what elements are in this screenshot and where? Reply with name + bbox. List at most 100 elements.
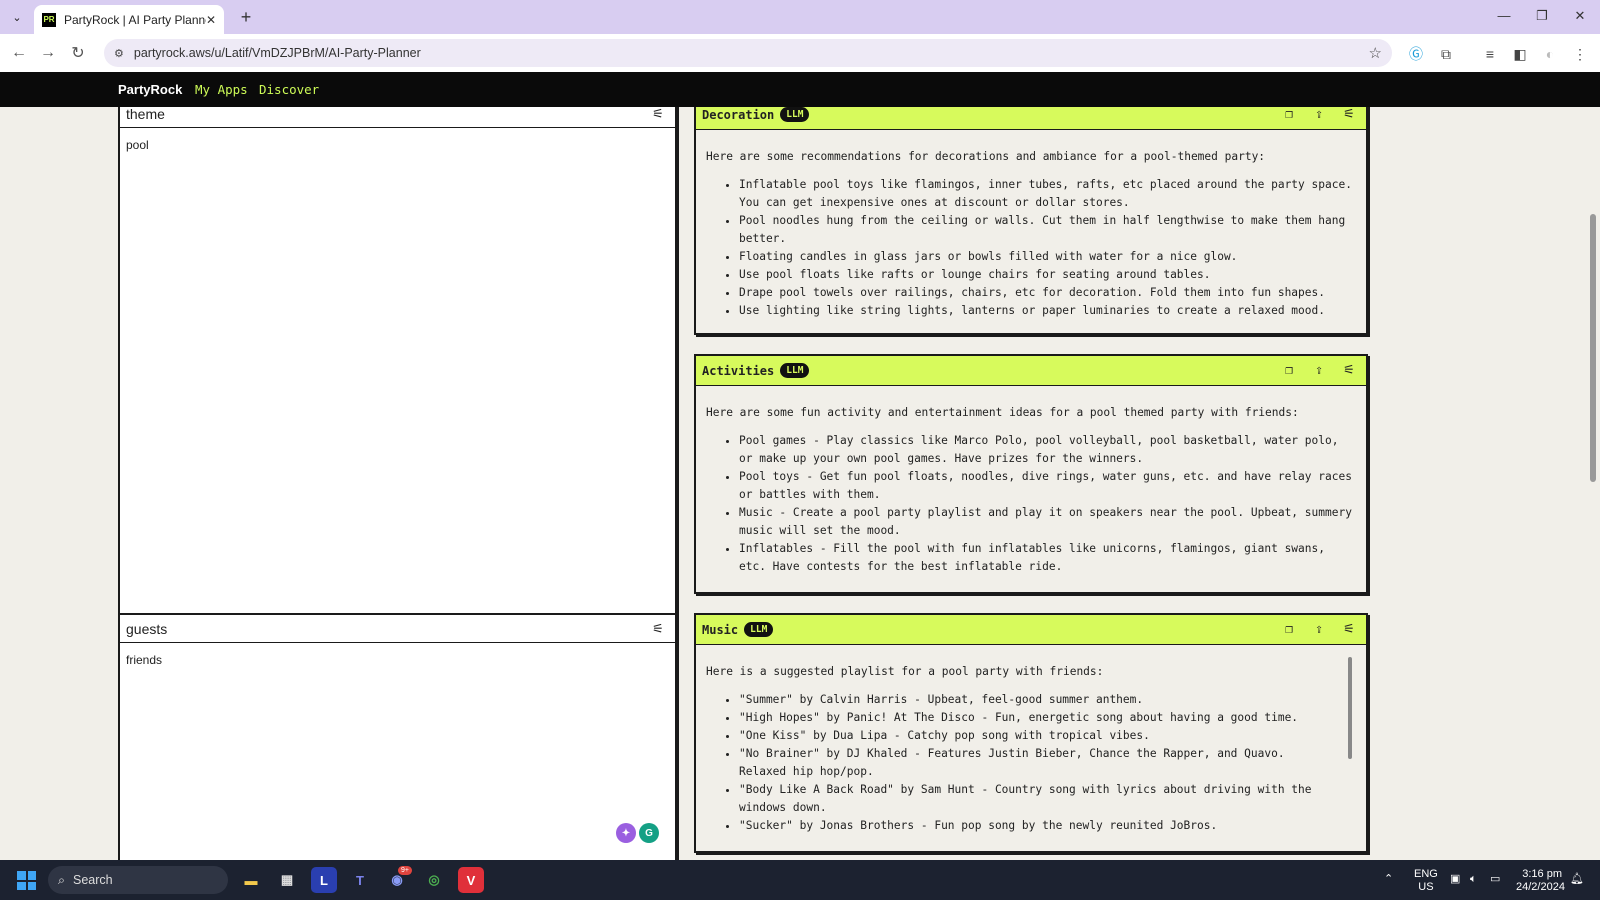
- taskbar-search[interactable]: ⌕ Search: [48, 866, 228, 894]
- windows-taskbar: ⌕ Search ▬ ▦ L T ◉ 9+ ◎ V ⌃ ENG US ▣ 🔈︎ …: [0, 860, 1600, 900]
- output-list: Inflatable pool toys like flamingos, inn…: [739, 176, 1356, 320]
- widget-title: Decoration: [702, 107, 775, 122]
- volume-icon[interactable]: 🔈︎: [1470, 873, 1477, 886]
- llm-badge: LLM: [744, 622, 774, 637]
- search-icon: ⌕: [58, 872, 66, 887]
- side-panel-icon[interactable]: ◧: [1510, 44, 1530, 64]
- output-list: "Summer" by Calvin Harris - Upbeat, feel…: [739, 691, 1336, 835]
- settings-sliders-icon[interactable]: ⚟: [1338, 363, 1360, 378]
- output-list: Pool games - Play classics like Marco Po…: [739, 432, 1356, 576]
- restore-icon[interactable]: ❐: [1532, 8, 1552, 24]
- list-item: "Summer" by Calvin Harris - Upbeat, feel…: [739, 691, 1336, 709]
- widget-header: Music LLM ❐ ⇪ ⚟: [696, 615, 1366, 645]
- copy-icon[interactable]: ❐: [1278, 107, 1300, 122]
- tab-search-chevron-icon[interactable]: ⌄: [6, 7, 28, 27]
- windows-start-icon[interactable]: [17, 871, 36, 890]
- list-item: Inflatable pool toys like flamingos, inn…: [739, 176, 1356, 212]
- media-controls-icon[interactable]: ≡: [1480, 44, 1500, 64]
- panel-title: theme: [126, 107, 165, 122]
- guests-input-field[interactable]: friends: [120, 643, 675, 677]
- settings-sliders-icon[interactable]: ⚟: [1338, 107, 1360, 122]
- export-icon[interactable]: ⇪: [1308, 107, 1330, 122]
- widget-output: Here are some fun activity and entertain…: [696, 386, 1366, 576]
- widget-header: Decoration LLM ❐ ⇪ ⚟: [696, 107, 1366, 130]
- output-intro: Here are some fun activity and entertain…: [706, 406, 1299, 419]
- settings-sliders-icon[interactable]: ⚟: [647, 107, 669, 122]
- new-tab-plus-icon[interactable]: +: [235, 6, 257, 28]
- file-explorer-icon[interactable]: ▬: [238, 867, 264, 893]
- grammarly-icon[interactable]: G: [639, 823, 659, 843]
- forward-arrow-icon[interactable]: →: [37, 42, 59, 64]
- app-canvas: theme ⚟ pool guests ⚟ friends ✦ G Decora…: [0, 107, 1600, 860]
- tray-chevron-icon[interactable]: ⌃: [1384, 873, 1393, 886]
- list-item: "High Hopes" by Panic! At The Disco - Fu…: [739, 709, 1336, 727]
- widget-output: Here is a suggested playlist for a pool …: [696, 645, 1366, 835]
- output-intro: Here are some recommendations for decora…: [706, 150, 1266, 163]
- partyrock-logo[interactable]: PartyRock: [118, 82, 182, 97]
- theme-input-panel: theme ⚟ pool: [118, 107, 677, 701]
- export-icon[interactable]: ⇪: [1308, 622, 1330, 637]
- bookmark-star-icon[interactable]: ☆: [1369, 44, 1382, 62]
- list-item: Pool games - Play classics like Marco Po…: [739, 432, 1356, 468]
- settings-sliders-icon[interactable]: ⚟: [1338, 622, 1360, 637]
- list-item: Use lighting like string lights, lantern…: [739, 302, 1356, 320]
- partyrock-favicon-icon: PR: [42, 12, 56, 27]
- back-arrow-icon[interactable]: ←: [8, 42, 30, 64]
- discord-notification-badge: 9+: [398, 866, 412, 875]
- minimize-icon[interactable]: —: [1494, 8, 1514, 23]
- llm-badge: LLM: [780, 363, 810, 378]
- copy-icon[interactable]: ❐: [1278, 363, 1300, 378]
- widget-title: Music: [702, 622, 739, 637]
- taskbar-search-label: Search: [73, 873, 113, 887]
- chrome-icon[interactable]: ◎: [421, 867, 447, 893]
- nav-discover[interactable]: Discover: [259, 82, 319, 97]
- llm-badge: LLM: [780, 107, 810, 122]
- profile-icon[interactable]: ◐: [1540, 44, 1560, 64]
- clock-date: 24/2/2024: [1516, 881, 1565, 893]
- browser-toolbar: ← → ↻ ⚙ partyrock.aws/u/Latif/VmDZJPBrM/…: [0, 34, 1600, 72]
- widget-output: Here are some recommendations for decora…: [696, 130, 1366, 320]
- microsoft-store-icon[interactable]: ▦: [274, 867, 300, 893]
- settings-sliders-icon[interactable]: ⚟: [647, 621, 669, 637]
- page-scrollbar[interactable]: [1590, 214, 1596, 482]
- language-indicator[interactable]: ENG US: [1414, 868, 1438, 894]
- list-item: "No Brainer" by DJ Khaled - Features Jus…: [739, 745, 1336, 781]
- copy-icon[interactable]: ❐: [1278, 622, 1300, 637]
- url-text: partyrock.aws/u/Latif/VmDZJPBrM/AI-Party…: [133, 46, 421, 60]
- music-widget: Music LLM ❐ ⇪ ⚟ Here is a suggested play…: [694, 613, 1368, 853]
- tab-title: PartyRock | AI Party Planner: [64, 12, 206, 27]
- address-bar[interactable]: ⚙ partyrock.aws/u/Latif/VmDZJPBrM/AI-Par…: [104, 39, 1392, 67]
- widget-title: Activities: [702, 363, 775, 378]
- site-settings-icon[interactable]: ⚙: [114, 47, 124, 60]
- teams-icon[interactable]: T: [347, 867, 373, 893]
- extensions-puzzle-icon[interactable]: ⧉: [1436, 44, 1456, 64]
- ai-assist-icon[interactable]: ✦: [616, 823, 636, 843]
- browser-tab-bar: ⌄ PR PartyRock | AI Party Planner ✕ + — …: [0, 0, 1600, 34]
- close-window-icon[interactable]: ✕: [1570, 8, 1590, 24]
- clock-time: 3:16 pm: [1522, 868, 1562, 880]
- theme-input-field[interactable]: pool: [120, 128, 675, 162]
- tab-close-icon[interactable]: ✕: [206, 13, 216, 27]
- notification-bell-icon[interactable]: 🔔︎: [1570, 873, 1584, 886]
- grammarly-extension-icon[interactable]: Ⓖ: [1406, 44, 1426, 64]
- decoration-widget: Decoration LLM ❐ ⇪ ⚟ Here are some recom…: [694, 107, 1368, 335]
- v-app-icon[interactable]: V: [458, 867, 484, 893]
- widget-scrollbar[interactable]: [1348, 657, 1352, 759]
- widget-header: Activities LLM ❐ ⇪ ⚟: [696, 356, 1366, 386]
- kebab-menu-icon[interactable]: ⋮: [1570, 44, 1590, 64]
- list-item: Music - Create a pool party playlist and…: [739, 504, 1356, 540]
- nav-my-apps[interactable]: My Apps: [195, 82, 248, 97]
- browser-tab[interactable]: PR PartyRock | AI Party Planner ✕: [34, 5, 224, 34]
- l-app-icon[interactable]: L: [311, 867, 337, 893]
- list-item: "Sucker" by Jonas Brothers - Fun pop son…: [739, 817, 1336, 835]
- panel-title: guests: [126, 620, 168, 637]
- panel-header: theme ⚟: [120, 107, 675, 128]
- network-icon[interactable]: ▣: [1450, 873, 1460, 886]
- list-item: Drape pool towels over railings, chairs,…: [739, 284, 1356, 302]
- clock[interactable]: 3:16 pm 24/2/2024: [1516, 868, 1565, 894]
- list-item: Pool toys - Get fun pool floats, noodles…: [739, 468, 1356, 504]
- activities-widget: Activities LLM ❐ ⇪ ⚟ Here are some fun a…: [694, 354, 1368, 594]
- export-icon[interactable]: ⇪: [1308, 363, 1330, 378]
- battery-icon[interactable]: ▭: [1490, 873, 1500, 886]
- reload-icon[interactable]: ↻: [67, 42, 89, 64]
